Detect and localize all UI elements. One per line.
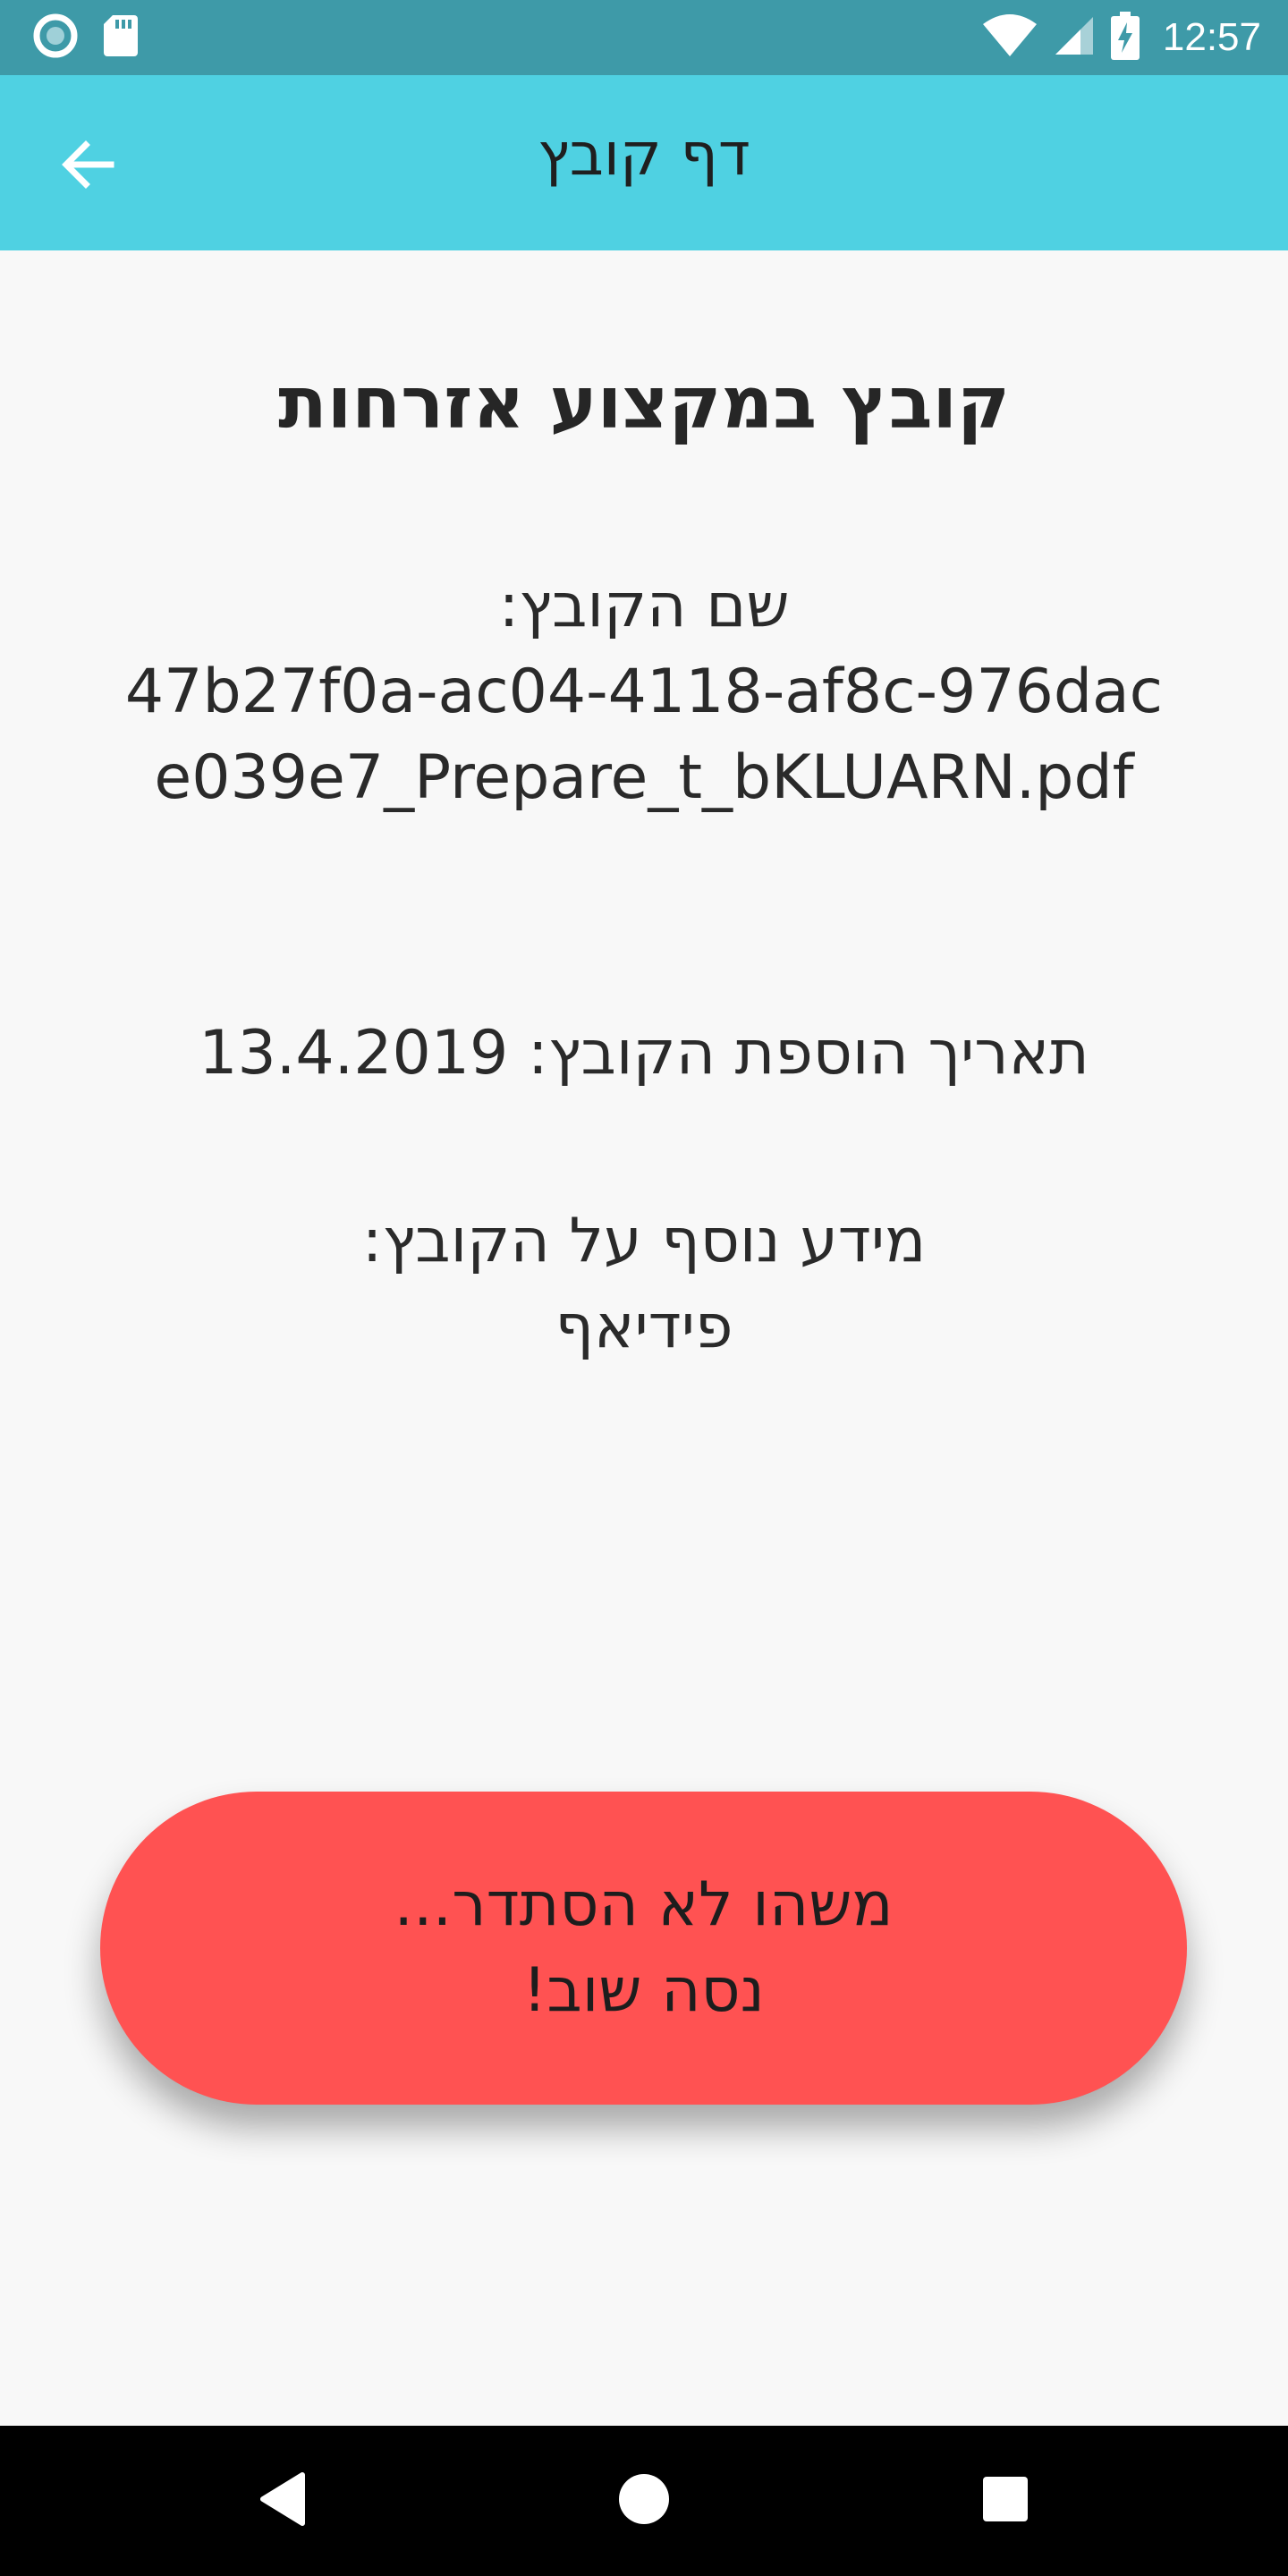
wifi-icon bbox=[982, 13, 1038, 62]
status-left-icons bbox=[32, 13, 140, 63]
signal-icon bbox=[1054, 15, 1095, 60]
file-extra-section: מידע נוסף על הקובץ: פידיאף bbox=[89, 1199, 1199, 1370]
nav-recents-button[interactable] bbox=[970, 2465, 1041, 2537]
file-date-value: 13.4.2019 bbox=[199, 1018, 509, 1089]
page-title: דף קובץ bbox=[538, 120, 750, 189]
error-toast-line2: נסה שוב! bbox=[522, 1955, 765, 2026]
file-extra-label: מידע נוסף על הקובץ: bbox=[361, 1206, 927, 1276]
recents-square-icon bbox=[981, 2475, 1030, 2527]
file-date-section: תאריך הוספת הקובץ: 13.4.2019 bbox=[89, 1011, 1199, 1097]
navigation-bar bbox=[0, 2426, 1288, 2576]
status-bar: 12:57 bbox=[0, 0, 1288, 75]
sync-circle-icon bbox=[32, 13, 79, 63]
status-time: 12:57 bbox=[1162, 15, 1261, 59]
file-date-label: תאריך הוספת הקובץ: bbox=[527, 1018, 1089, 1089]
file-name-value: 47b27f0a-ac04-4118-af8c-976dace039e7_Pre… bbox=[124, 657, 1164, 813]
nav-back-button[interactable] bbox=[247, 2465, 318, 2537]
file-extra-value: פידיאף bbox=[555, 1292, 733, 1362]
status-right-icons: 12:57 bbox=[982, 12, 1261, 64]
home-circle-icon bbox=[617, 2472, 671, 2529]
nav-home-button[interactable] bbox=[608, 2465, 680, 2537]
file-heading: קובץ במקצוע אזרחות bbox=[278, 361, 1010, 445]
app-bar: דף קובץ bbox=[0, 75, 1288, 250]
battery-charging-icon bbox=[1110, 12, 1140, 64]
file-name-section: שם הקובץ: 47b27f0a-ac04-4118-af8c-976dac… bbox=[89, 564, 1199, 821]
back-triangle-icon bbox=[258, 2471, 308, 2530]
file-name-label: שם הקובץ: bbox=[498, 571, 790, 641]
sd-card-icon bbox=[102, 13, 140, 62]
error-toast[interactable]: משהו לא הסתדר... נסה שוב! bbox=[100, 1792, 1187, 2105]
error-toast-line1: משהו לא הסתדר... bbox=[394, 1869, 894, 1940]
